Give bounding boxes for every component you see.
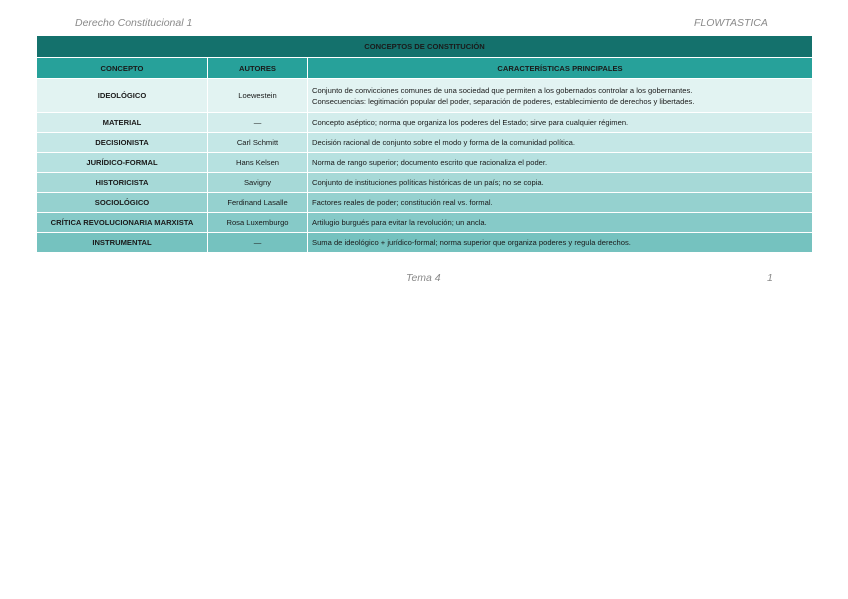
author-cell: Savigny [207,172,308,193]
table-row: SOCIOLÓGICO Ferdinand Lasalle Factores r… [36,192,814,213]
table-title-row: CONCEPTOS DE CONSTITUCIÓN [35,35,814,58]
header-right-text: FLOWTASTICA [694,17,768,29]
description-cell: Factores reales de poder; constitución r… [306,192,814,213]
table-title: CONCEPTOS DE CONSTITUCIÓN [35,35,814,58]
author-cell: Carl Schmitt [207,132,308,153]
description-line: Consecuencias: legitimación popular del … [312,96,695,106]
concept-cell: MATERIAL [36,112,208,133]
table-header-row: CONCEPTO AUTORES CARACTERÍSTICAS PRINCIP… [36,57,814,79]
column-header-characteristics: CARACTERÍSTICAS PRINCIPALES [306,57,814,79]
concept-cell: IDEOLÓGICO [36,78,208,113]
footer-page-number: 1 [767,272,773,284]
description-cell: Artilugio burgués para evitar la revoluc… [306,212,814,233]
column-header-authors: AUTORES [207,57,308,79]
description-cell: Concepto aséptico; norma que organiza lo… [306,112,814,133]
table-row: DECISIONISTA Carl Schmitt Decisión racio… [36,132,814,153]
table-row: INSTRUMENTAL — Suma de ideológico + jurí… [36,232,814,253]
footer-topic-text: Tema 4 [406,272,441,284]
concept-cell: CRÍTICA REVOLUCIONARIA MARXISTA [36,212,208,233]
description-cell: Conjunto de instituciones políticas hist… [306,172,814,193]
concept-cell: HISTORICISTA [36,172,208,193]
author-cell: — [207,232,308,253]
table-row: JURÍDICO-FORMAL Hans Kelsen Norma de ran… [36,152,814,173]
column-header-concept: CONCEPTO [36,57,208,79]
concepts-table: CONCEPTOS DE CONSTITUCIÓN CONCEPTO AUTOR… [35,35,814,253]
description-cell: Decisión racional de conjunto sobre el m… [306,132,814,153]
table-row: IDEOLÓGICO Loewestein Conjunto de convic… [36,78,814,113]
header-left-text: Derecho Constitucional 1 [75,17,193,29]
author-cell: Hans Kelsen [207,152,308,173]
author-cell: — [207,112,308,133]
description-cell: Norma de rango superior; documento escri… [306,152,814,173]
description-line: Conjunto de convicciones comunes de una … [312,85,693,95]
description-cell: Conjunto de convicciones comunes de una … [306,78,814,113]
concept-cell: DECISIONISTA [36,132,208,153]
author-cell: Ferdinand Lasalle [207,192,308,213]
concept-cell: INSTRUMENTAL [36,232,208,253]
description-cell: Suma de ideológico + jurídico-formal; no… [306,232,814,253]
author-cell: Loewestein [207,78,308,113]
concept-cell: SOCIOLÓGICO [36,192,208,213]
table-row: CRÍTICA REVOLUCIONARIA MARXISTA Rosa Lux… [36,212,814,233]
concept-cell: JURÍDICO-FORMAL [36,152,208,173]
table-row: HISTORICISTA Savigny Conjunto de institu… [36,172,814,193]
author-cell: Rosa Luxemburgo [207,212,308,233]
table-row: MATERIAL — Concepto aséptico; norma que … [36,112,814,133]
